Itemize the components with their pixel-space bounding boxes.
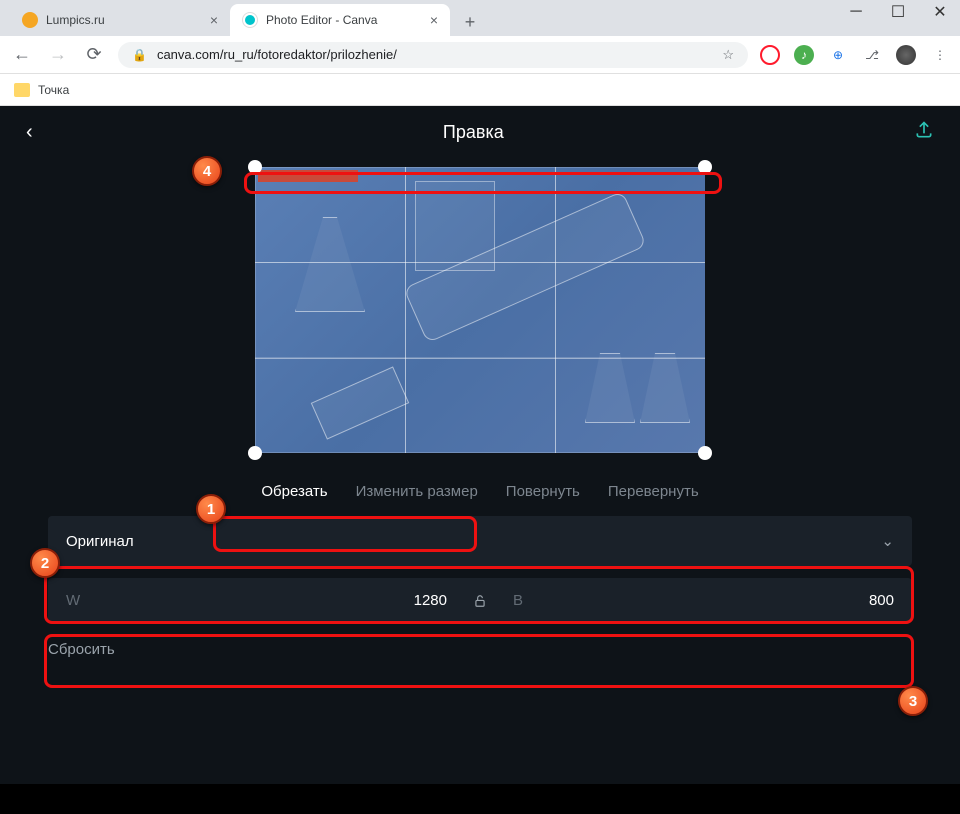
canvas-area <box>0 159 960 473</box>
browser-toolbar: ← → ⟳ 🔒 canva.com/ru_ru/fotoredaktor/pri… <box>0 36 960 74</box>
crop-handle-br[interactable] <box>698 446 712 460</box>
lock-aspect-button[interactable] <box>465 578 495 623</box>
address-bar[interactable]: 🔒 canva.com/ru_ru/fotoredaktor/prilozhen… <box>118 42 748 68</box>
width-value: 1280 <box>414 592 447 609</box>
lock-icon: 🔒 <box>132 48 147 62</box>
dimensions-row: W 1280 В 800 <box>0 578 960 637</box>
width-input[interactable]: W 1280 <box>48 578 465 623</box>
height-input[interactable]: В 800 <box>495 578 912 623</box>
back-button[interactable]: ← <box>10 44 34 65</box>
aspect-dropdown-row: Оригинал ⌄ <box>0 516 960 578</box>
browser-tab-canva[interactable]: Photo Editor - Canva × <box>230 4 450 36</box>
window-maximize-icon[interactable]: ☐ <box>892 6 904 18</box>
bookmark-item[interactable]: Точка <box>38 83 69 97</box>
back-chevron-icon[interactable]: ‹ <box>26 121 33 144</box>
music-icon[interactable]: ♪ <box>794 45 814 65</box>
app-header: ‹ Правка <box>0 106 960 159</box>
height-value: 800 <box>869 592 894 609</box>
aspect-ratio-dropdown[interactable]: Оригинал ⌄ <box>48 516 912 566</box>
opera-icon[interactable] <box>760 45 780 65</box>
avatar[interactable] <box>896 45 916 65</box>
reset-button[interactable]: Сбросить <box>48 641 115 658</box>
new-tab-button[interactable]: + <box>456 8 484 36</box>
height-label: В <box>513 592 523 609</box>
crop-handle-tl[interactable] <box>248 160 262 174</box>
menu-icon[interactable]: ⋮ <box>930 45 950 65</box>
reader-icon[interactable]: ⎇ <box>862 45 882 65</box>
crop-handle-bl[interactable] <box>248 446 262 460</box>
tab-crop[interactable]: Обрезать <box>261 483 327 500</box>
tab-flip[interactable]: Перевернуть <box>608 483 699 500</box>
tab-rotate[interactable]: Повернуть <box>506 483 580 500</box>
browser-chrome: ─ ☐ ✕ Lumpics.ru × Photo Editor - Canva … <box>0 0 960 106</box>
reload-button[interactable]: ⟳ <box>82 44 106 65</box>
crop-handle-tr[interactable] <box>698 160 712 174</box>
window-minimize-icon[interactable]: ─ <box>850 6 862 18</box>
star-icon[interactable]: ☆ <box>722 47 734 63</box>
tab-title: Lumpics.ru <box>46 13 105 27</box>
tool-tabs: Обрезать Изменить размер Повернуть Перев… <box>0 473 960 516</box>
folder-icon <box>14 83 30 97</box>
close-icon[interactable]: × <box>210 12 218 28</box>
canva-editor: ‹ Правка <box>0 106 960 784</box>
annotation-badge-2: 2 <box>30 548 60 578</box>
favicon-icon <box>242 12 258 28</box>
browser-tab-lumpics[interactable]: Lumpics.ru × <box>10 4 230 36</box>
close-icon[interactable]: × <box>430 12 438 28</box>
crop-frame[interactable] <box>255 167 705 453</box>
annotation-badge-1: 1 <box>196 494 226 524</box>
window-close-icon[interactable]: ✕ <box>934 6 946 18</box>
annotation-badge-4: 4 <box>192 156 222 186</box>
url-text: canva.com/ru_ru/fotoredaktor/prilozhenie… <box>157 47 397 62</box>
tab-resize[interactable]: Изменить размер <box>356 483 478 500</box>
tab-strip: ─ ☐ ✕ Lumpics.ru × Photo Editor - Canva … <box>0 0 960 36</box>
page-title: Правка <box>443 122 504 143</box>
export-icon[interactable] <box>914 120 934 145</box>
favicon-icon <box>22 12 38 28</box>
globe-icon[interactable]: ⊕ <box>828 45 848 65</box>
bookmarks-bar: Точка <box>0 74 960 106</box>
annotation-badge-3: 3 <box>898 686 928 716</box>
forward-button[interactable]: → <box>46 44 70 65</box>
tab-title: Photo Editor - Canva <box>266 13 377 27</box>
chevron-down-icon: ⌄ <box>881 532 894 550</box>
extension-icons: ♪ ⊕ ⎇ ⋮ <box>760 45 950 65</box>
image-preview <box>255 167 705 453</box>
dropdown-label: Оригинал <box>66 533 134 550</box>
width-label: W <box>66 592 80 609</box>
